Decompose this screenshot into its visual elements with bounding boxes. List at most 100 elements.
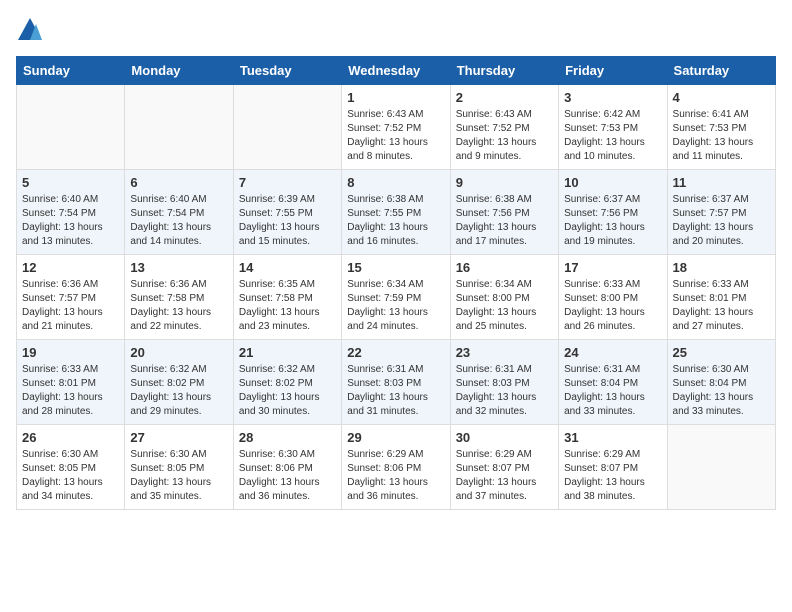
day-number: 20 [130,345,227,360]
day-number: 5 [22,175,119,190]
calendar-cell: 21 Sunrise: 6:32 AMSunset: 8:02 PMDayligh… [233,340,341,425]
logo-icon [16,16,44,44]
calendar-cell [667,425,775,510]
day-info: Sunrise: 6:34 AMSunset: 7:59 PMDaylight:… [347,278,444,334]
calendar-cell: 23 Sunrise: 6:31 AMSunset: 8:03 PMDayligh… [450,340,558,425]
calendar-cell: 2Sunrise: 6:43 AMSunset: 7:52 PMDaylight… [450,85,558,170]
calendar-cell [125,85,233,170]
day-number: 14 [239,260,336,275]
calendar-cell: 9Sunrise: 6:38 AMSunset: 7:56 PMDaylight… [450,170,558,255]
day-info: Sunrise: 6:34 AMSunset: 8:00 PMDaylight:… [456,278,553,334]
calendar-cell: 29 Sunrise: 6:29 AMSunset: 8:06 PMDayligh… [342,425,450,510]
calendar-cell: 22 Sunrise: 6:31 AMSunset: 8:03 PMDayligh… [342,340,450,425]
day-number: 28 [239,430,336,445]
calendar-cell [17,85,125,170]
day-number: 29 [347,430,444,445]
weekday-header: Monday [125,57,233,85]
calendar-cell: 4 Sunrise: 6:41 AMSunset: 7:53 PMDaylight… [667,85,775,170]
calendar-week-row: 26 Sunrise: 6:30 AMSunset: 8:05 PMDayligh… [17,425,776,510]
day-info: Sunrise: 6:37 AMSunset: 7:56 PMDaylight:… [564,193,661,249]
day-number: 18 [673,260,770,275]
calendar-table: SundayMondayTuesdayWednesdayThursdayFrid… [16,56,776,510]
calendar-cell: 18 Sunrise: 6:33 AMSunset: 8:01 PMDayligh… [667,255,775,340]
calendar-cell: 6 Sunrise: 6:40 AMSunset: 7:54 PMDaylight… [125,170,233,255]
day-info: Sunrise: 6:43 AMSunset: 7:52 PMDaylight:… [456,108,553,164]
calendar-header-row: SundayMondayTuesdayWednesdayThursdayFrid… [17,57,776,85]
day-info: Sunrise: 6:43 AMSunset: 7:52 PMDaylight:… [347,108,444,164]
day-number: 26 [22,430,119,445]
calendar-week-row: 5 Sunrise: 6:40 AMSunset: 7:54 PMDaylight… [17,170,776,255]
day-info: Sunrise: 6:31 AMSunset: 8:03 PMDaylight:… [347,363,444,419]
calendar-week-row: 1 Sunrise: 6:43 AMSunset: 7:52 PMDaylight… [17,85,776,170]
calendar-cell: 11Sunrise: 6:37 AMSunset: 7:57 PMDayligh… [667,170,775,255]
calendar-cell: 24 Sunrise: 6:31 AMSunset: 8:04 PMDayligh… [559,340,667,425]
day-number: 1 [347,90,444,105]
day-number: 23 [456,345,553,360]
calendar-cell: 16 Sunrise: 6:34 AMSunset: 8:00 PMDayligh… [450,255,558,340]
calendar-week-row: 19Sunrise: 6:33 AMSunset: 8:01 PMDayligh… [17,340,776,425]
day-number: 22 [347,345,444,360]
day-number: 12 [22,260,119,275]
calendar-cell: 28 Sunrise: 6:30 AMSunset: 8:06 PMDayligh… [233,425,341,510]
day-number: 30 [456,430,553,445]
day-number: 16 [456,260,553,275]
weekday-header: Saturday [667,57,775,85]
weekday-header: Thursday [450,57,558,85]
day-number: 31 [564,430,661,445]
day-number: 15 [347,260,444,275]
calendar-cell: 5 Sunrise: 6:40 AMSunset: 7:54 PMDaylight… [17,170,125,255]
calendar-week-row: 12 Sunrise: 6:36 AMSunset: 7:57 PMDayligh… [17,255,776,340]
day-number: 17 [564,260,661,275]
day-info: Sunrise: 6:30 AMSunset: 8:06 PMDaylight:… [239,448,336,504]
calendar-cell: 26 Sunrise: 6:30 AMSunset: 8:05 PMDayligh… [17,425,125,510]
calendar-cell: 27Sunrise: 6:30 AMSunset: 8:05 PMDayligh… [125,425,233,510]
day-info: Sunrise: 6:29 AMSunset: 8:07 PMDaylight:… [456,448,553,504]
day-number: 9 [456,175,553,190]
day-number: 13 [130,260,227,275]
day-number: 7 [239,175,336,190]
day-info: Sunrise: 6:31 AMSunset: 8:04 PMDaylight:… [564,363,661,419]
day-info: Sunrise: 6:33 AMSunset: 8:00 PMDaylight:… [564,278,661,334]
day-info: Sunrise: 6:42 AMSunset: 7:53 PMDaylight:… [564,108,661,164]
day-info: Sunrise: 6:31 AMSunset: 8:03 PMDaylight:… [456,363,553,419]
logo[interactable] [16,16,48,44]
day-number: 10 [564,175,661,190]
weekday-header: Sunday [17,57,125,85]
day-info: Sunrise: 6:37 AMSunset: 7:57 PMDaylight:… [673,193,770,249]
day-number: 24 [564,345,661,360]
calendar-cell: 17 Sunrise: 6:33 AMSunset: 8:00 PMDayligh… [559,255,667,340]
day-info: Sunrise: 6:39 AMSunset: 7:55 PMDaylight:… [239,193,336,249]
day-number: 3 [564,90,661,105]
day-number: 25 [673,345,770,360]
calendar-cell: 30 Sunrise: 6:29 AMSunset: 8:07 PMDayligh… [450,425,558,510]
day-info: Sunrise: 6:35 AMSunset: 7:58 PMDaylight:… [239,278,336,334]
day-number: 6 [130,175,227,190]
day-info: Sunrise: 6:30 AMSunset: 8:05 PMDaylight:… [22,448,119,504]
calendar-cell: 3 Sunrise: 6:42 AMSunset: 7:53 PMDaylight… [559,85,667,170]
day-number: 4 [673,90,770,105]
calendar-cell: 8Sunrise: 6:38 AMSunset: 7:55 PMDaylight… [342,170,450,255]
day-info: Sunrise: 6:41 AMSunset: 7:53 PMDaylight:… [673,108,770,164]
day-info: Sunrise: 6:30 AMSunset: 8:05 PMDaylight:… [130,448,227,504]
calendar-cell: 14 Sunrise: 6:35 AMSunset: 7:58 PMDayligh… [233,255,341,340]
calendar-cell: 25 Sunrise: 6:30 AMSunset: 8:04 PMDayligh… [667,340,775,425]
day-number: 21 [239,345,336,360]
day-info: Sunrise: 6:30 AMSunset: 8:04 PMDaylight:… [673,363,770,419]
weekday-header: Wednesday [342,57,450,85]
calendar-cell: 13 Sunrise: 6:36 AMSunset: 7:58 PMDayligh… [125,255,233,340]
calendar-cell: 20Sunrise: 6:32 AMSunset: 8:02 PMDayligh… [125,340,233,425]
calendar-cell: 15 Sunrise: 6:34 AMSunset: 7:59 PMDayligh… [342,255,450,340]
day-info: Sunrise: 6:36 AMSunset: 7:58 PMDaylight:… [130,278,227,334]
day-number: 19 [22,345,119,360]
weekday-header: Tuesday [233,57,341,85]
day-info: Sunrise: 6:36 AMSunset: 7:57 PMDaylight:… [22,278,119,334]
day-info: Sunrise: 6:40 AMSunset: 7:54 PMDaylight:… [22,193,119,249]
day-info: Sunrise: 6:38 AMSunset: 7:55 PMDaylight:… [347,193,444,249]
calendar-cell: 1 Sunrise: 6:43 AMSunset: 7:52 PMDaylight… [342,85,450,170]
day-info: Sunrise: 6:29 AMSunset: 8:06 PMDaylight:… [347,448,444,504]
day-info: Sunrise: 6:33 AMSunset: 8:01 PMDaylight:… [673,278,770,334]
day-info: Sunrise: 6:40 AMSunset: 7:54 PMDaylight:… [130,193,227,249]
calendar-cell: 7 Sunrise: 6:39 AMSunset: 7:55 PMDaylight… [233,170,341,255]
calendar-cell: 19Sunrise: 6:33 AMSunset: 8:01 PMDayligh… [17,340,125,425]
day-info: Sunrise: 6:32 AMSunset: 8:02 PMDaylight:… [239,363,336,419]
